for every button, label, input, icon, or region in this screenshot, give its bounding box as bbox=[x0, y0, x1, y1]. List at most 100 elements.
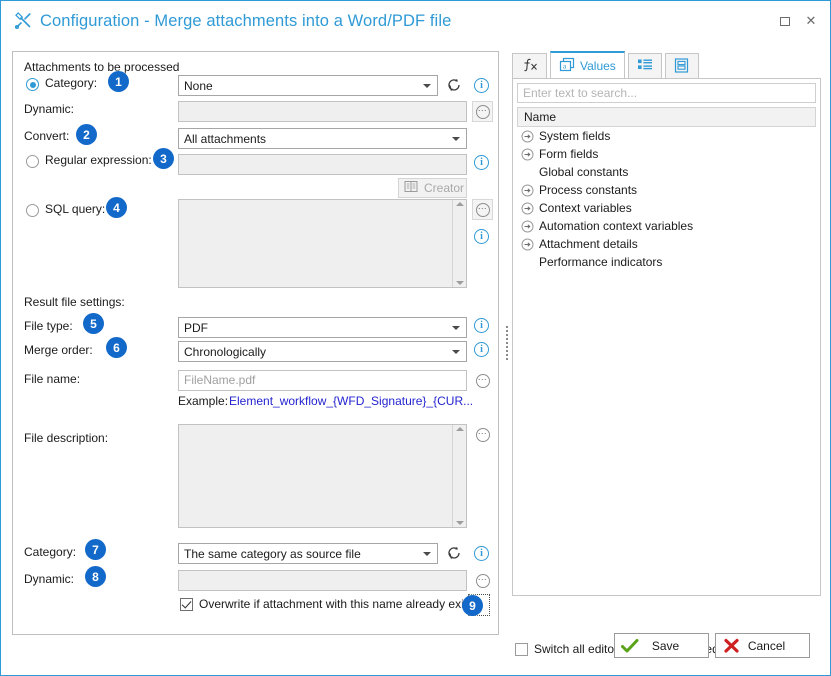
regular-expression-label: Regular expression: bbox=[45, 153, 152, 167]
merge-order-select[interactable]: Chronologically bbox=[178, 341, 467, 362]
file-description-textarea[interactable] bbox=[178, 424, 467, 528]
badge-2: 2 bbox=[76, 124, 97, 145]
chevron-down-icon bbox=[448, 136, 464, 141]
file-name-ellipsis-button[interactable]: ⋯ bbox=[472, 370, 493, 391]
tree-item-system-fields[interactable]: System fields bbox=[517, 127, 816, 145]
file-type-select[interactable]: PDF bbox=[178, 317, 467, 338]
tree-item-process-constants[interactable]: Process constants bbox=[517, 181, 816, 199]
result-category-value: The same category as source file bbox=[184, 546, 361, 561]
sql-ellipsis-button[interactable]: ⋯ bbox=[472, 199, 493, 220]
tree-item-performance-indicators[interactable]: Performance indicators bbox=[517, 253, 816, 271]
expand-arrow-icon[interactable] bbox=[521, 148, 534, 161]
tree-item-form-fields[interactable]: Form fields bbox=[517, 145, 816, 163]
advanced-edit-mode-checkbox[interactable] bbox=[515, 643, 528, 656]
red-x-icon bbox=[716, 638, 746, 654]
window-body: Attachments to be processed Category: 1 … bbox=[1, 41, 830, 675]
scroll-down-icon[interactable] bbox=[455, 521, 464, 525]
file-type-info-icon[interactable]: i bbox=[474, 318, 489, 333]
sql-info-icon[interactable]: i bbox=[474, 229, 489, 244]
tree-item-global-constants[interactable]: Global constants bbox=[517, 163, 816, 181]
result-refresh-icon[interactable] bbox=[446, 545, 462, 561]
regular-expression-input[interactable] bbox=[178, 154, 467, 175]
regex-info-icon[interactable]: i bbox=[474, 155, 489, 170]
cancel-button[interactable]: Cancel bbox=[715, 633, 810, 658]
close-icon[interactable]: ✕ bbox=[798, 9, 824, 33]
merge-order-value: Chronologically bbox=[184, 344, 267, 359]
tree-item-label: Context variables bbox=[539, 201, 632, 215]
overwrite-checkbox[interactable] bbox=[180, 598, 193, 611]
example-link[interactable]: Element_workflow_{WFD_Signature}_{CUR... bbox=[229, 394, 473, 408]
ellipsis-icon: ⋯ bbox=[475, 202, 490, 217]
convert-value: All attachments bbox=[184, 131, 267, 146]
refresh-icon[interactable] bbox=[446, 77, 462, 93]
dynamic-input[interactable] bbox=[178, 101, 467, 122]
tab-document-panel[interactable] bbox=[664, 53, 699, 79]
expand-arrow-icon[interactable] bbox=[521, 238, 534, 251]
tree-item-label: Process constants bbox=[539, 183, 638, 197]
convert-select[interactable]: All attachments bbox=[178, 128, 467, 149]
category-label: Category: bbox=[45, 76, 98, 90]
result-category-info-icon[interactable]: i bbox=[474, 546, 489, 561]
merge-order-info-icon[interactable]: i bbox=[474, 342, 489, 357]
expand-arrow-icon[interactable] bbox=[521, 130, 534, 143]
expand-arrow-icon[interactable] bbox=[521, 220, 534, 233]
file-description-label: File description: bbox=[24, 431, 109, 445]
green-check-icon bbox=[615, 638, 645, 654]
ellipsis-icon: ⋯ bbox=[475, 573, 490, 588]
save-button[interactable]: Save bbox=[614, 633, 709, 658]
ellipsis-icon: ⋯ bbox=[475, 373, 490, 388]
panel-splitter[interactable] bbox=[503, 51, 511, 635]
tree-item-automation-context-variables[interactable]: Automation context variables bbox=[517, 217, 816, 235]
creator-label: Creator bbox=[424, 181, 465, 195]
attachments-settings-panel: Attachments to be processed Category: 1 … bbox=[12, 51, 499, 635]
file-description-scrollbar[interactable] bbox=[452, 425, 466, 527]
badge-3: 3 bbox=[153, 148, 174, 169]
result-settings-label: Result file settings: bbox=[24, 295, 125, 309]
overwrite-label: Overwrite if attachment with this name a… bbox=[199, 597, 480, 611]
file-description-ellipsis-button[interactable]: ⋯ bbox=[472, 424, 493, 445]
category-select[interactable]: None bbox=[178, 75, 438, 96]
result-dynamic-input[interactable] bbox=[178, 570, 467, 591]
expand-arrow-icon[interactable] bbox=[521, 202, 534, 215]
category-radio[interactable] bbox=[26, 78, 39, 91]
result-category-label: Category: bbox=[24, 545, 77, 559]
tree-item-context-variables[interactable]: Context variables bbox=[517, 199, 816, 217]
sql-query-textarea[interactable] bbox=[178, 199, 467, 288]
file-name-input[interactable]: FileName.pdf bbox=[178, 370, 467, 391]
tab-values[interactable]: a Values bbox=[550, 51, 625, 79]
scroll-down-icon[interactable] bbox=[455, 281, 464, 285]
category-info-icon[interactable]: i bbox=[474, 78, 489, 93]
dynamic-ellipsis-button[interactable]: ⋯ bbox=[472, 101, 493, 122]
values-tree-container: Enter text to search... Name System fiel… bbox=[512, 78, 821, 596]
cancel-label: Cancel bbox=[747, 638, 786, 653]
chevron-down-icon bbox=[448, 349, 464, 354]
values-panel: a Values Enter text to search... Name Sy… bbox=[512, 51, 821, 596]
result-category-select[interactable]: The same category as source file bbox=[178, 543, 438, 564]
sql-query-radio[interactable] bbox=[26, 204, 39, 217]
attachments-group-label: Attachments to be processed bbox=[24, 60, 180, 74]
tree-item-label: Attachment details bbox=[539, 237, 638, 251]
search-input[interactable]: Enter text to search... bbox=[517, 83, 816, 103]
badge-6: 6 bbox=[106, 337, 127, 358]
maximize-icon[interactable] bbox=[772, 9, 798, 33]
tab-values-label: Values bbox=[580, 59, 616, 73]
window-title: Configuration - Merge attachments into a… bbox=[40, 11, 452, 30]
sql-scrollbar[interactable] bbox=[452, 200, 466, 287]
badge-1: 1 bbox=[108, 71, 129, 92]
category-value: None bbox=[184, 78, 213, 93]
book-icon bbox=[404, 180, 418, 196]
function-fx-icon bbox=[521, 58, 538, 75]
scroll-up-icon[interactable] bbox=[455, 427, 464, 431]
chevron-down-icon bbox=[419, 551, 435, 556]
expand-arrow-icon[interactable] bbox=[521, 184, 534, 197]
tab-formula[interactable] bbox=[512, 53, 547, 79]
tab-list-detail[interactable] bbox=[627, 53, 662, 79]
badge-4: 4 bbox=[106, 197, 127, 218]
creator-button[interactable]: Creator bbox=[398, 178, 467, 198]
scroll-up-icon[interactable] bbox=[455, 202, 464, 206]
file-name-label: File name: bbox=[24, 372, 81, 386]
badge-8: 8 bbox=[85, 566, 106, 587]
regular-expression-radio[interactable] bbox=[26, 155, 39, 168]
result-dynamic-ellipsis-button[interactable]: ⋯ bbox=[472, 570, 493, 591]
tree-item-attachment-details[interactable]: Attachment details bbox=[517, 235, 816, 253]
